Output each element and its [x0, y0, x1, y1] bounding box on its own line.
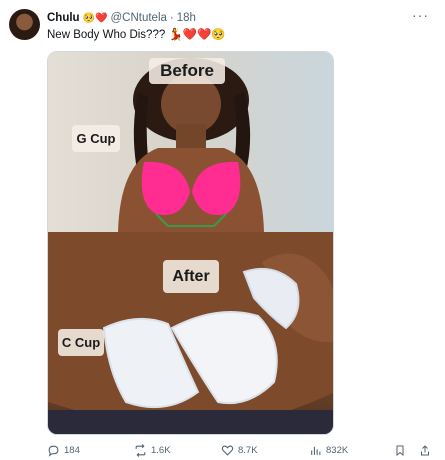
- tweet-header: Chulu 🥺❤️ @CNtutela · 18h: [47, 9, 196, 27]
- like-count: 8.7K: [238, 445, 258, 456]
- views-count: 832K: [326, 445, 349, 456]
- like-icon: [221, 445, 234, 456]
- share-button[interactable]: [419, 444, 431, 457]
- views-icon: [311, 446, 321, 455]
- separator-dot: ·: [169, 12, 174, 24]
- c-cup-label: C Cup: [58, 329, 104, 356]
- reply-count: 184: [64, 445, 80, 456]
- share-icon: [421, 445, 429, 456]
- author-emojis: 🥺❤️: [82, 12, 108, 24]
- before-photo: Before G Cup: [48, 52, 333, 232]
- tweet-text: New Body Who Dis??? 💃❤️❤️🥺: [47, 29, 226, 41]
- reply-button[interactable]: 184: [47, 444, 80, 457]
- before-label: Before: [149, 58, 225, 84]
- bookmark-icon: [396, 445, 404, 457]
- more-options-icon[interactable]: ···: [412, 7, 429, 23]
- repost-button[interactable]: 1.6K: [134, 444, 171, 457]
- avatar[interactable]: [9, 9, 40, 40]
- tweet: Chulu 🥺❤️ @CNtutela · 18h ··· New Body W…: [0, 0, 445, 460]
- views-button[interactable]: 832K: [309, 444, 348, 457]
- after-photo: After C Cup: [48, 232, 333, 434]
- timestamp[interactable]: 18h: [177, 12, 196, 24]
- repost-icon: [135, 444, 146, 457]
- like-button[interactable]: 8.7K: [221, 444, 258, 457]
- author-handle[interactable]: @CNtutela: [110, 12, 166, 24]
- after-label: After: [163, 260, 219, 293]
- bookmark-button[interactable]: [394, 444, 406, 457]
- g-cup-label: G Cup: [72, 125, 120, 152]
- tweet-media[interactable]: Before G Cup After C Cup: [47, 51, 334, 435]
- author-name[interactable]: Chulu: [47, 12, 80, 24]
- action-bar: 184 1.6K 8.7K 832K: [47, 444, 432, 458]
- repost-count: 1.6K: [151, 445, 171, 456]
- reply-icon: [48, 445, 59, 457]
